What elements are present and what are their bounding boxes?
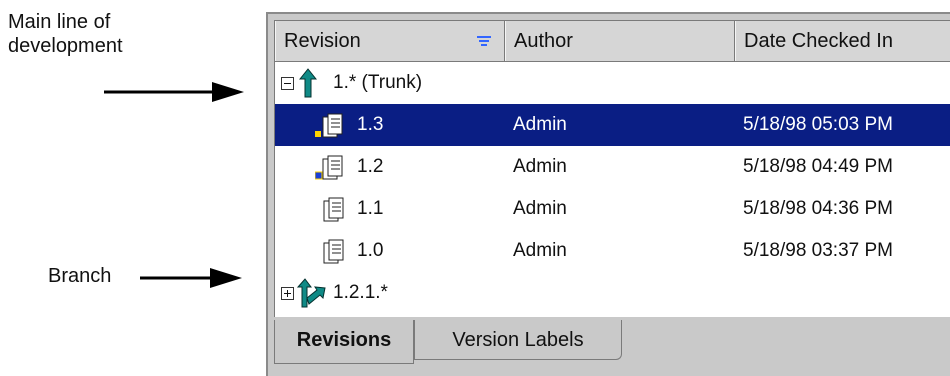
column-header: Revision Author Date Checked In <box>275 21 950 62</box>
branch-row[interactable]: 1.2.1.* <box>275 272 950 314</box>
revision-number: 1.1 <box>357 198 384 219</box>
revision-row[interactable]: 1.1 Admin 5/18/98 04:36 PM <box>275 188 950 230</box>
main-line-callout: Main line of development <box>8 11 123 57</box>
column-revision[interactable]: Revision <box>275 21 505 61</box>
branch-arrow <box>140 268 242 288</box>
revision-row[interactable]: 1.0 Admin 5/18/98 03:37 PM <box>275 230 950 272</box>
revision-date: 5/18/98 03:37 PM <box>743 240 893 261</box>
branch-arrow-icon <box>297 278 326 308</box>
column-author[interactable]: Author <box>505 21 735 61</box>
column-revision-label: Revision <box>284 30 361 52</box>
revision-date: 5/18/98 04:36 PM <box>743 198 893 219</box>
revision-author: Admin <box>513 156 567 177</box>
document-icon <box>315 113 343 138</box>
document-icon <box>323 197 344 222</box>
revision-number: 1.3 <box>357 114 384 135</box>
revision-row[interactable]: 1.2 Admin 5/18/98 04:49 PM <box>275 146 950 188</box>
document-icon <box>323 239 344 264</box>
revision-number: 1.2 <box>357 156 384 177</box>
branch-label: 1.2.1.* <box>333 282 388 303</box>
revision-date: 5/18/98 04:49 PM <box>743 156 893 177</box>
document-icon <box>315 155 343 180</box>
trunk-row[interactable]: 1.* (Trunk) <box>275 62 950 104</box>
branch-callout: Branch <box>48 265 112 287</box>
main-line-arrow <box>104 82 244 102</box>
collapse-toggle[interactable] <box>281 77 294 90</box>
expand-toggle[interactable] <box>281 287 294 300</box>
trunk-label: 1.* (Trunk) <box>333 72 423 93</box>
revision-panel: Revision Author Date Checked In 1.* (Tru… <box>266 12 950 376</box>
trunk-arrow-icon <box>299 68 317 98</box>
revision-date: 5/18/98 05:03 PM <box>743 114 893 135</box>
column-date-label: Date Checked In <box>744 30 893 52</box>
sort-icon[interactable] <box>476 33 492 49</box>
revision-author: Admin <box>513 114 567 135</box>
revision-author: Admin <box>513 198 567 219</box>
tab-revisions[interactable]: Revisions <box>274 320 414 364</box>
revision-number: 1.0 <box>357 240 384 261</box>
revision-row[interactable]: 1.3 Admin 5/18/98 05:03 PM <box>275 104 950 146</box>
column-date-checked-in[interactable]: Date Checked In <box>735 21 950 61</box>
revision-list[interactable]: Revision Author Date Checked In 1.* (Tru… <box>274 20 950 317</box>
column-author-label: Author <box>514 30 573 52</box>
tab-version-labels[interactable]: Version Labels <box>414 320 622 360</box>
revision-author: Admin <box>513 240 567 261</box>
